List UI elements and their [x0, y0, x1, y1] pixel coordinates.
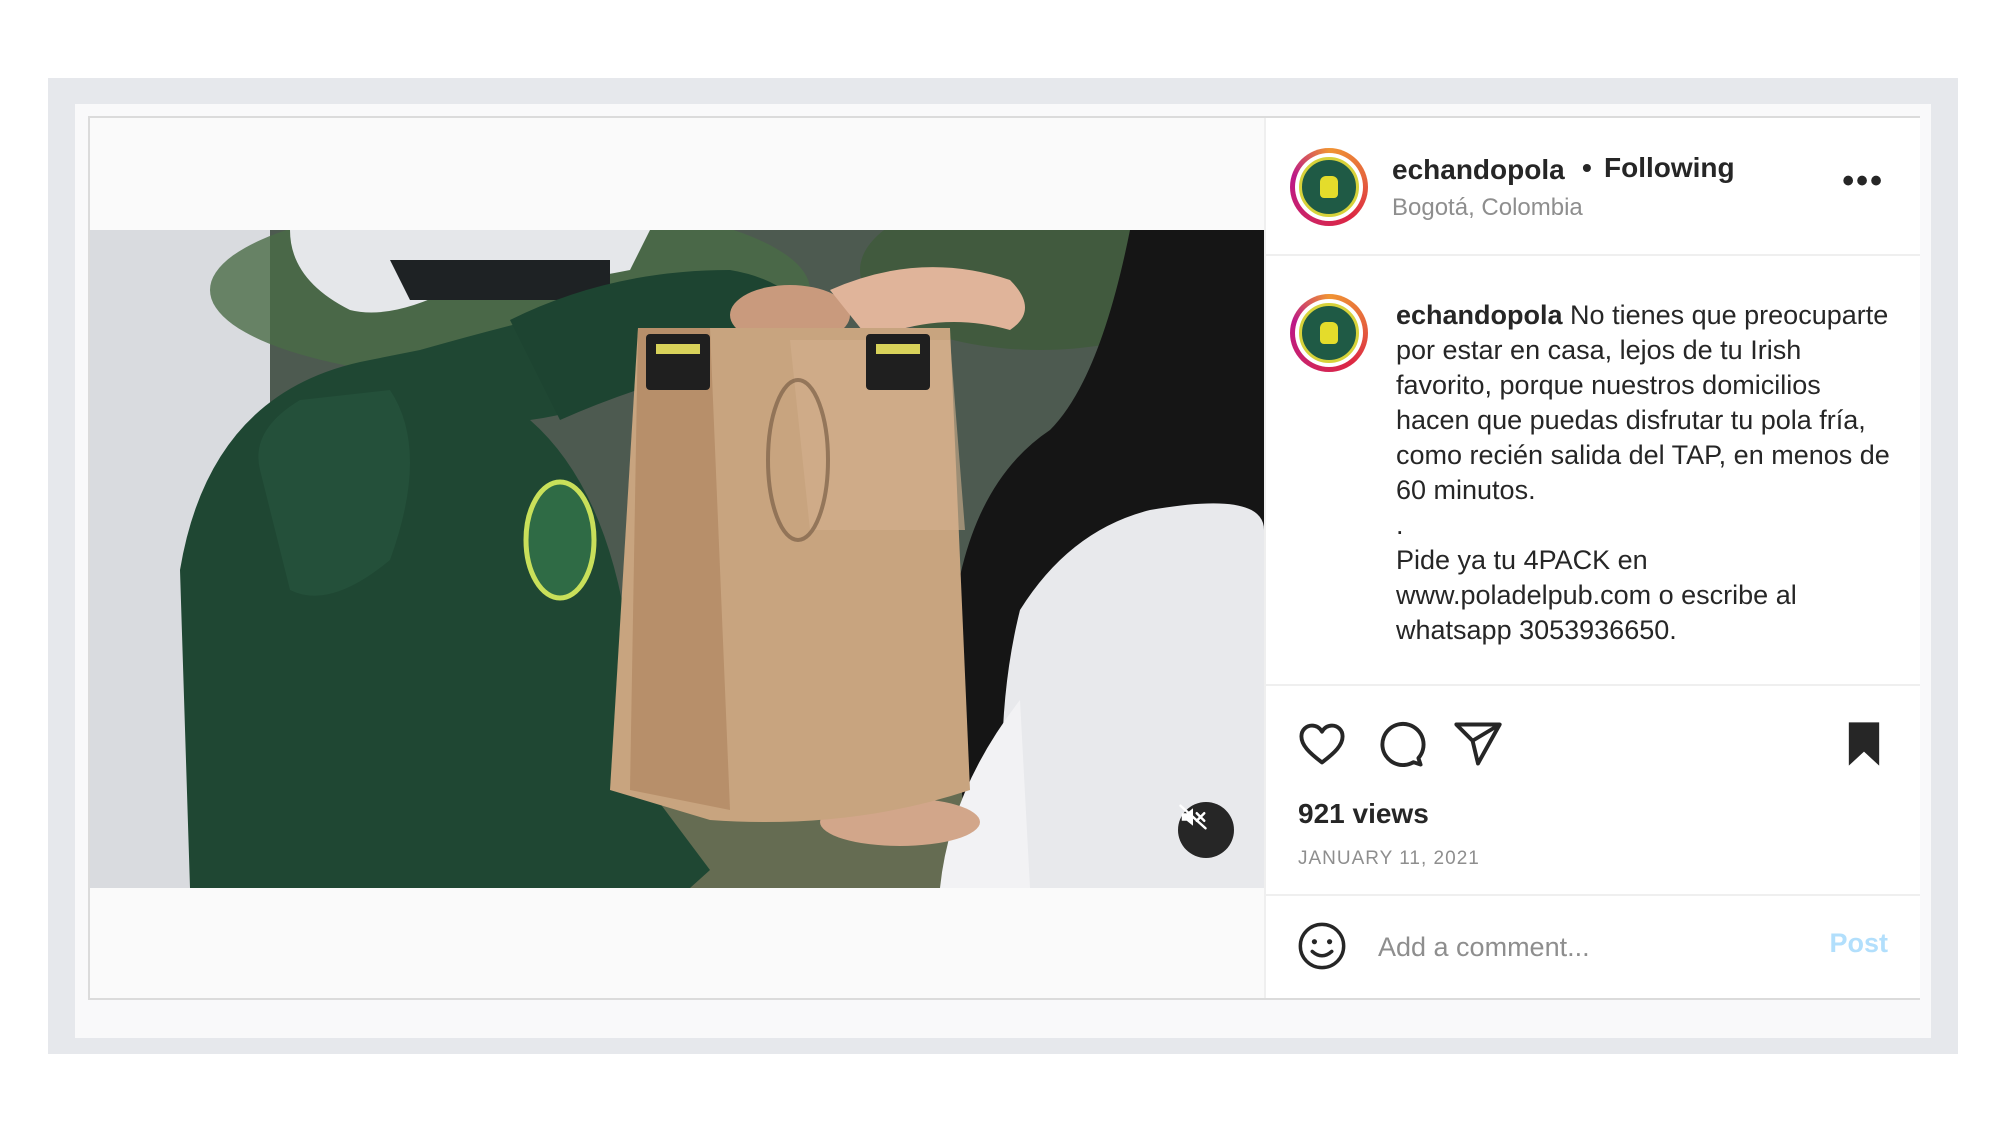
comment-input[interactable]: [1376, 924, 1780, 970]
comment-bar: Post: [1266, 896, 1920, 1000]
more-options-icon[interactable]: •••: [1842, 162, 1884, 201]
action-bar: 921 views JANUARY 11, 2021: [1266, 686, 1920, 896]
post-video[interactable]: [90, 230, 1264, 888]
view-count[interactable]: 921 views: [1298, 798, 1429, 830]
location-link[interactable]: Bogotá, Colombia: [1392, 194, 1583, 222]
media-area: [90, 118, 1264, 998]
instagram-post: echandopola • Following Bogotá, Colombia…: [88, 116, 1920, 1000]
comment-icon[interactable]: [1374, 718, 1426, 770]
caption-username[interactable]: echandopola: [1396, 300, 1563, 330]
caption-body: No tienes que preocuparte por estar en c…: [1396, 300, 1890, 645]
emoji-icon[interactable]: [1296, 920, 1348, 972]
post-header: echandopola • Following Bogotá, Colombia…: [1266, 118, 1920, 256]
heart-icon[interactable]: [1296, 718, 1348, 770]
bookmark-icon[interactable]: [1838, 718, 1890, 770]
share-icon[interactable]: [1452, 718, 1504, 770]
separator-dot: •: [1582, 152, 1592, 183]
video-frame-illustration: [90, 230, 1264, 888]
following-button[interactable]: Following: [1604, 152, 1735, 184]
post-date[interactable]: JANUARY 11, 2021: [1298, 848, 1480, 870]
username-link[interactable]: echandopola: [1392, 154, 1565, 186]
mute-button[interactable]: [1178, 802, 1234, 858]
caption-avatar[interactable]: [1290, 294, 1368, 372]
avatar[interactable]: [1290, 148, 1368, 226]
post-sidebar: echandopola • Following Bogotá, Colombia…: [1264, 118, 1920, 998]
caption-text: echandopola No tienes que preocuparte po…: [1396, 298, 1896, 648]
caption-area: echandopola No tienes que preocuparte po…: [1266, 256, 1920, 686]
post-comment-button[interactable]: Post: [1829, 928, 1888, 959]
